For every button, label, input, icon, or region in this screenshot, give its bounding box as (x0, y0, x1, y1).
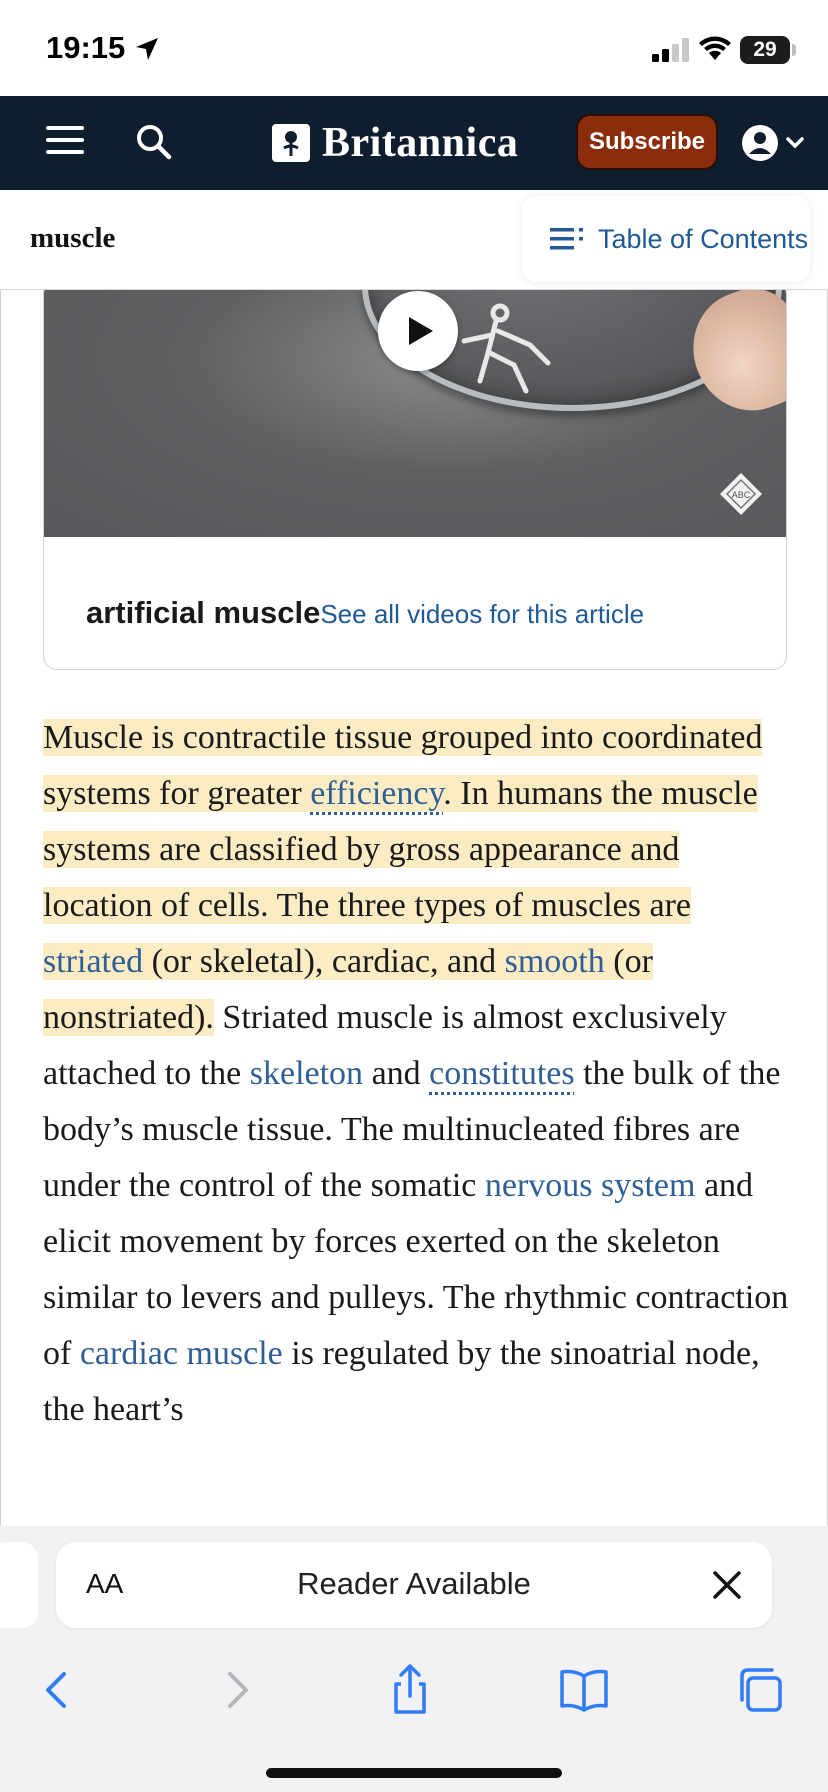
reader-available-text[interactable]: Reader Available (56, 1566, 772, 1602)
brand-name: Britannica (322, 120, 519, 166)
publisher-watermark-icon: ABC (720, 473, 762, 515)
article-bar: muscle Table of Contents (0, 190, 828, 290)
browser-toolbar (0, 1646, 828, 1792)
link-cardiac-muscle[interactable]: cardiac muscle (80, 1335, 283, 1372)
see-all-videos-link[interactable]: See all videos for this article (320, 599, 644, 630)
site-header: Britannica Subscribe (0, 96, 828, 190)
wifi-icon (699, 36, 731, 60)
text-segment: and (363, 1055, 430, 1092)
status-time: 19:15 (46, 30, 126, 65)
search-icon[interactable] (132, 120, 176, 164)
book-icon[interactable] (554, 1660, 614, 1720)
close-icon[interactable] (710, 1568, 744, 1602)
article-title: muscle (30, 222, 116, 254)
thistle-logo-icon (272, 124, 310, 162)
link-skeleton[interactable]: skeleton (250, 1055, 363, 1092)
list-icon (550, 228, 583, 250)
battery-cap (792, 44, 796, 56)
robot-figure-icon (461, 303, 551, 394)
share-icon[interactable] (380, 1660, 440, 1720)
account-icon[interactable] (740, 120, 810, 166)
reader-zone: AA Reader Available (0, 1526, 828, 1646)
video-title: artificial muscle (86, 595, 321, 630)
link-constitutes[interactable]: constitutes (429, 1055, 574, 1092)
link-efficiency[interactable]: efficiency (310, 775, 443, 812)
link-nervous-system[interactable]: nervous system (485, 1167, 696, 1204)
menu-icon[interactable] (46, 126, 84, 158)
battery-indicator: 29 (740, 36, 790, 64)
subscribe-button[interactable]: Subscribe (576, 114, 718, 170)
britannica-logo[interactable]: Britannica (272, 116, 518, 170)
toc-label: Table of Contents (598, 223, 809, 254)
tabs-icon[interactable] (730, 1660, 790, 1720)
reader-available-bar[interactable]: AA Reader Available (56, 1542, 772, 1628)
location-arrow-icon (136, 38, 158, 60)
svg-text:ABC: ABC (732, 490, 751, 500)
video-card: ABC artificial muscle See all videos for… (43, 290, 787, 670)
highlighted-text: Muscle is contractile tissue grouped int… (43, 719, 763, 1036)
cellular-signal-icon (652, 38, 689, 62)
previous-tab-edge[interactable] (0, 1542, 38, 1628)
status-bar: 19:15 29 (0, 0, 828, 96)
table-of-contents-button[interactable]: Table of Contents (522, 196, 810, 282)
link-striated[interactable]: striated (43, 943, 143, 980)
article-content[interactable]: ABC artificial muscle See all videos for… (0, 290, 828, 1526)
video-caption: artificial muscle See all videos for thi… (86, 595, 644, 631)
chevron-right-icon[interactable] (206, 1660, 266, 1720)
article-paragraph: Muscle is contractile tissue grouped int… (43, 710, 793, 1438)
play-button[interactable] (378, 291, 458, 371)
link-smooth[interactable]: smooth (505, 943, 605, 980)
text-segment: (or skeletal), cardiac, and (143, 943, 505, 980)
chevron-left-icon[interactable] (28, 1660, 88, 1720)
home-indicator (266, 1768, 562, 1778)
video-thumbnail[interactable]: ABC (44, 290, 786, 537)
